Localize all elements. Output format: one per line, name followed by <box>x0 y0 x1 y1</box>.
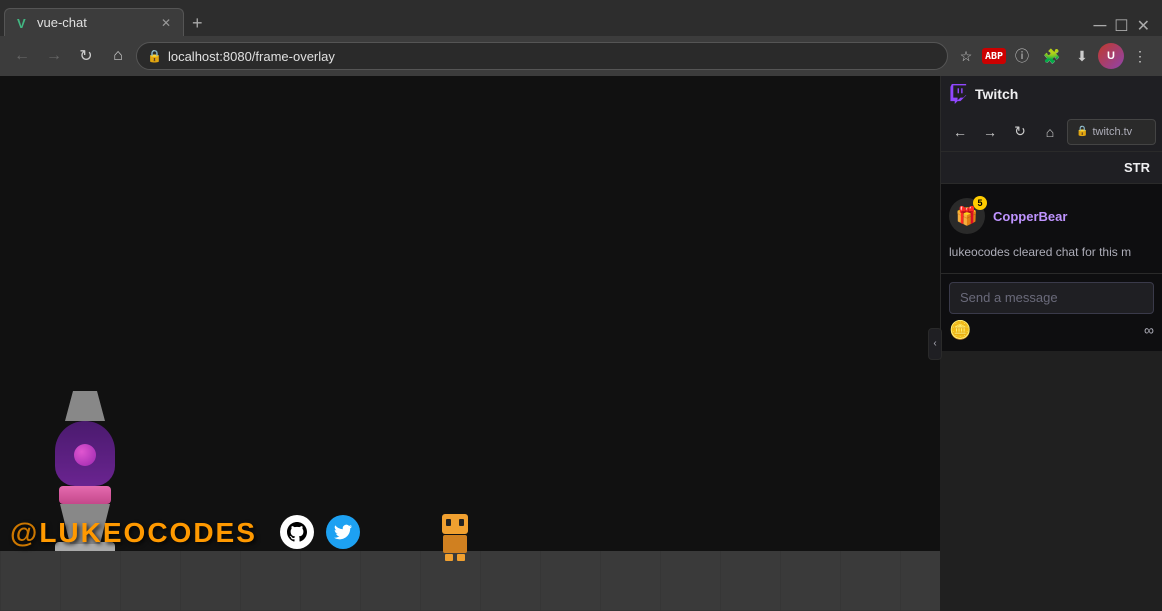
new-tab-button[interactable]: + <box>184 11 211 36</box>
security-icon: 🔒 <box>147 49 162 63</box>
chat-actions: 🪙 ∞ <box>949 314 1154 343</box>
gift-username: CopperBear <box>993 209 1067 224</box>
twitch-input-area: Send a message 🪙 ∞ <box>941 273 1162 351</box>
twitch-logo-icon <box>949 84 969 104</box>
tab-bar: V vue-chat ✕ + ─ ☐ ✕ <box>0 0 1162 36</box>
char-eye-left <box>446 519 451 526</box>
nav-bar: ← → ↻ ⌂ 🔒 localhost:8080/frame-overlay ☆… <box>0 36 1162 76</box>
twitch-lock-icon: 🔒 <box>1076 126 1088 137</box>
lamp-bubble <box>74 444 96 466</box>
menu-button[interactable]: ⋮ <box>1126 42 1154 70</box>
str-label: STR <box>1124 160 1150 175</box>
chevron-left-icon: ‹ <box>933 338 936 349</box>
char-body <box>443 535 467 553</box>
overlay-username: @LUKEOCODES <box>10 517 257 549</box>
gift-badge: 5 <box>973 196 987 210</box>
gift-notification: 🎁 5 CopperBear <box>949 192 1154 240</box>
maximize-button[interactable]: ☐ <box>1114 16 1128 36</box>
twitch-home-button[interactable]: ⌂ <box>1037 119 1063 145</box>
twitch-str-bar: STR <box>941 152 1162 184</box>
forward-button[interactable]: → <box>40 42 68 70</box>
refresh-button[interactable]: ↻ <box>72 42 100 70</box>
lamp-top <box>65 391 105 421</box>
character-sprite <box>440 514 470 559</box>
twitch-back-button[interactable]: ← <box>947 119 973 145</box>
close-button[interactable]: ✕ <box>1137 16 1150 36</box>
back-button[interactable]: ← <box>8 42 36 70</box>
tab-title: vue-chat <box>37 15 87 30</box>
char-head <box>442 514 468 534</box>
twitch-title: Twitch <box>975 86 1018 102</box>
bookmark-button[interactable]: ☆ <box>952 42 980 70</box>
nav-actions: ☆ ABP ⓘ 🧩 ⬇ U ⋮ <box>952 42 1154 70</box>
browser-tab[interactable]: V vue-chat ✕ <box>4 8 184 36</box>
address-bar[interactable]: 🔒 localhost:8080/frame-overlay <box>136 42 948 70</box>
twitter-icon[interactable] <box>326 515 360 549</box>
home-button[interactable]: ⌂ <box>104 42 132 70</box>
char-leg-right <box>457 554 465 561</box>
downloads-button[interactable]: ⬇ <box>1068 42 1096 70</box>
ground-tiles <box>0 551 940 611</box>
bits-icon[interactable]: 🪙 <box>949 320 971 341</box>
chat-system-message: lukeocodes cleared chat for this m <box>949 240 1154 265</box>
panel-collapse-button[interactable]: ‹ <box>928 328 942 360</box>
browser-window: V vue-chat ✕ + ─ ☐ ✕ ← → ↻ ⌂ 🔒 localhost… <box>0 0 1162 611</box>
twitch-panel-container: ‹ Twitch ← → ↻ ⌂ <box>940 76 1162 611</box>
github-icon[interactable] <box>280 515 314 549</box>
adblock-button[interactable]: ABP <box>982 48 1006 64</box>
twitch-refresh-button[interactable]: ↻ <box>1007 119 1033 145</box>
twitch-address-bar[interactable]: 🔒 twitch.tv <box>1067 119 1156 145</box>
infinity-icon: ∞ <box>1144 322 1154 338</box>
twitch-chat-area[interactable]: 🎁 5 CopperBear lukeocodes cleared chat f… <box>941 184 1162 273</box>
gift-emoji: 🎁 <box>956 206 978 227</box>
address-text: localhost:8080/frame-overlay <box>168 49 335 64</box>
chat-placeholder: Send a message <box>960 290 1058 305</box>
at-symbol: @ <box>10 517 39 548</box>
username-text: LUKEOCODES <box>39 517 257 548</box>
twitch-forward-button[interactable]: → <box>977 119 1003 145</box>
char-legs <box>440 554 470 561</box>
gift-icon: 🎁 5 <box>949 198 985 234</box>
main-content: @LUKEOCODES ‹ <box>0 76 1162 611</box>
lamp-pink <box>59 486 111 504</box>
minimize-button[interactable]: ─ <box>1093 15 1106 36</box>
info-button[interactable]: ⓘ <box>1008 42 1036 70</box>
tab-close-button[interactable]: ✕ <box>161 16 171 30</box>
game-viewport: @LUKEOCODES <box>0 76 940 611</box>
lamp-body <box>55 421 115 486</box>
tab-favicon: V <box>17 16 31 30</box>
profile-avatar[interactable]: U <box>1098 43 1124 69</box>
char-eye-right <box>459 519 464 526</box>
twitch-panel: Twitch ← → ↻ ⌂ 🔒 twitch.tv STR <box>940 76 1162 351</box>
twitch-title-bar: Twitch <box>941 76 1162 112</box>
extensions-button[interactable]: 🧩 <box>1038 42 1066 70</box>
char-leg-left <box>445 554 453 561</box>
twitch-address-text: twitch.tv <box>1092 126 1132 138</box>
gift-info: CopperBear <box>993 209 1067 224</box>
social-icons <box>280 515 360 549</box>
twitch-nav-bar: ← → ↻ ⌂ 🔒 twitch.tv <box>941 112 1162 152</box>
chat-input[interactable]: Send a message <box>949 282 1154 314</box>
